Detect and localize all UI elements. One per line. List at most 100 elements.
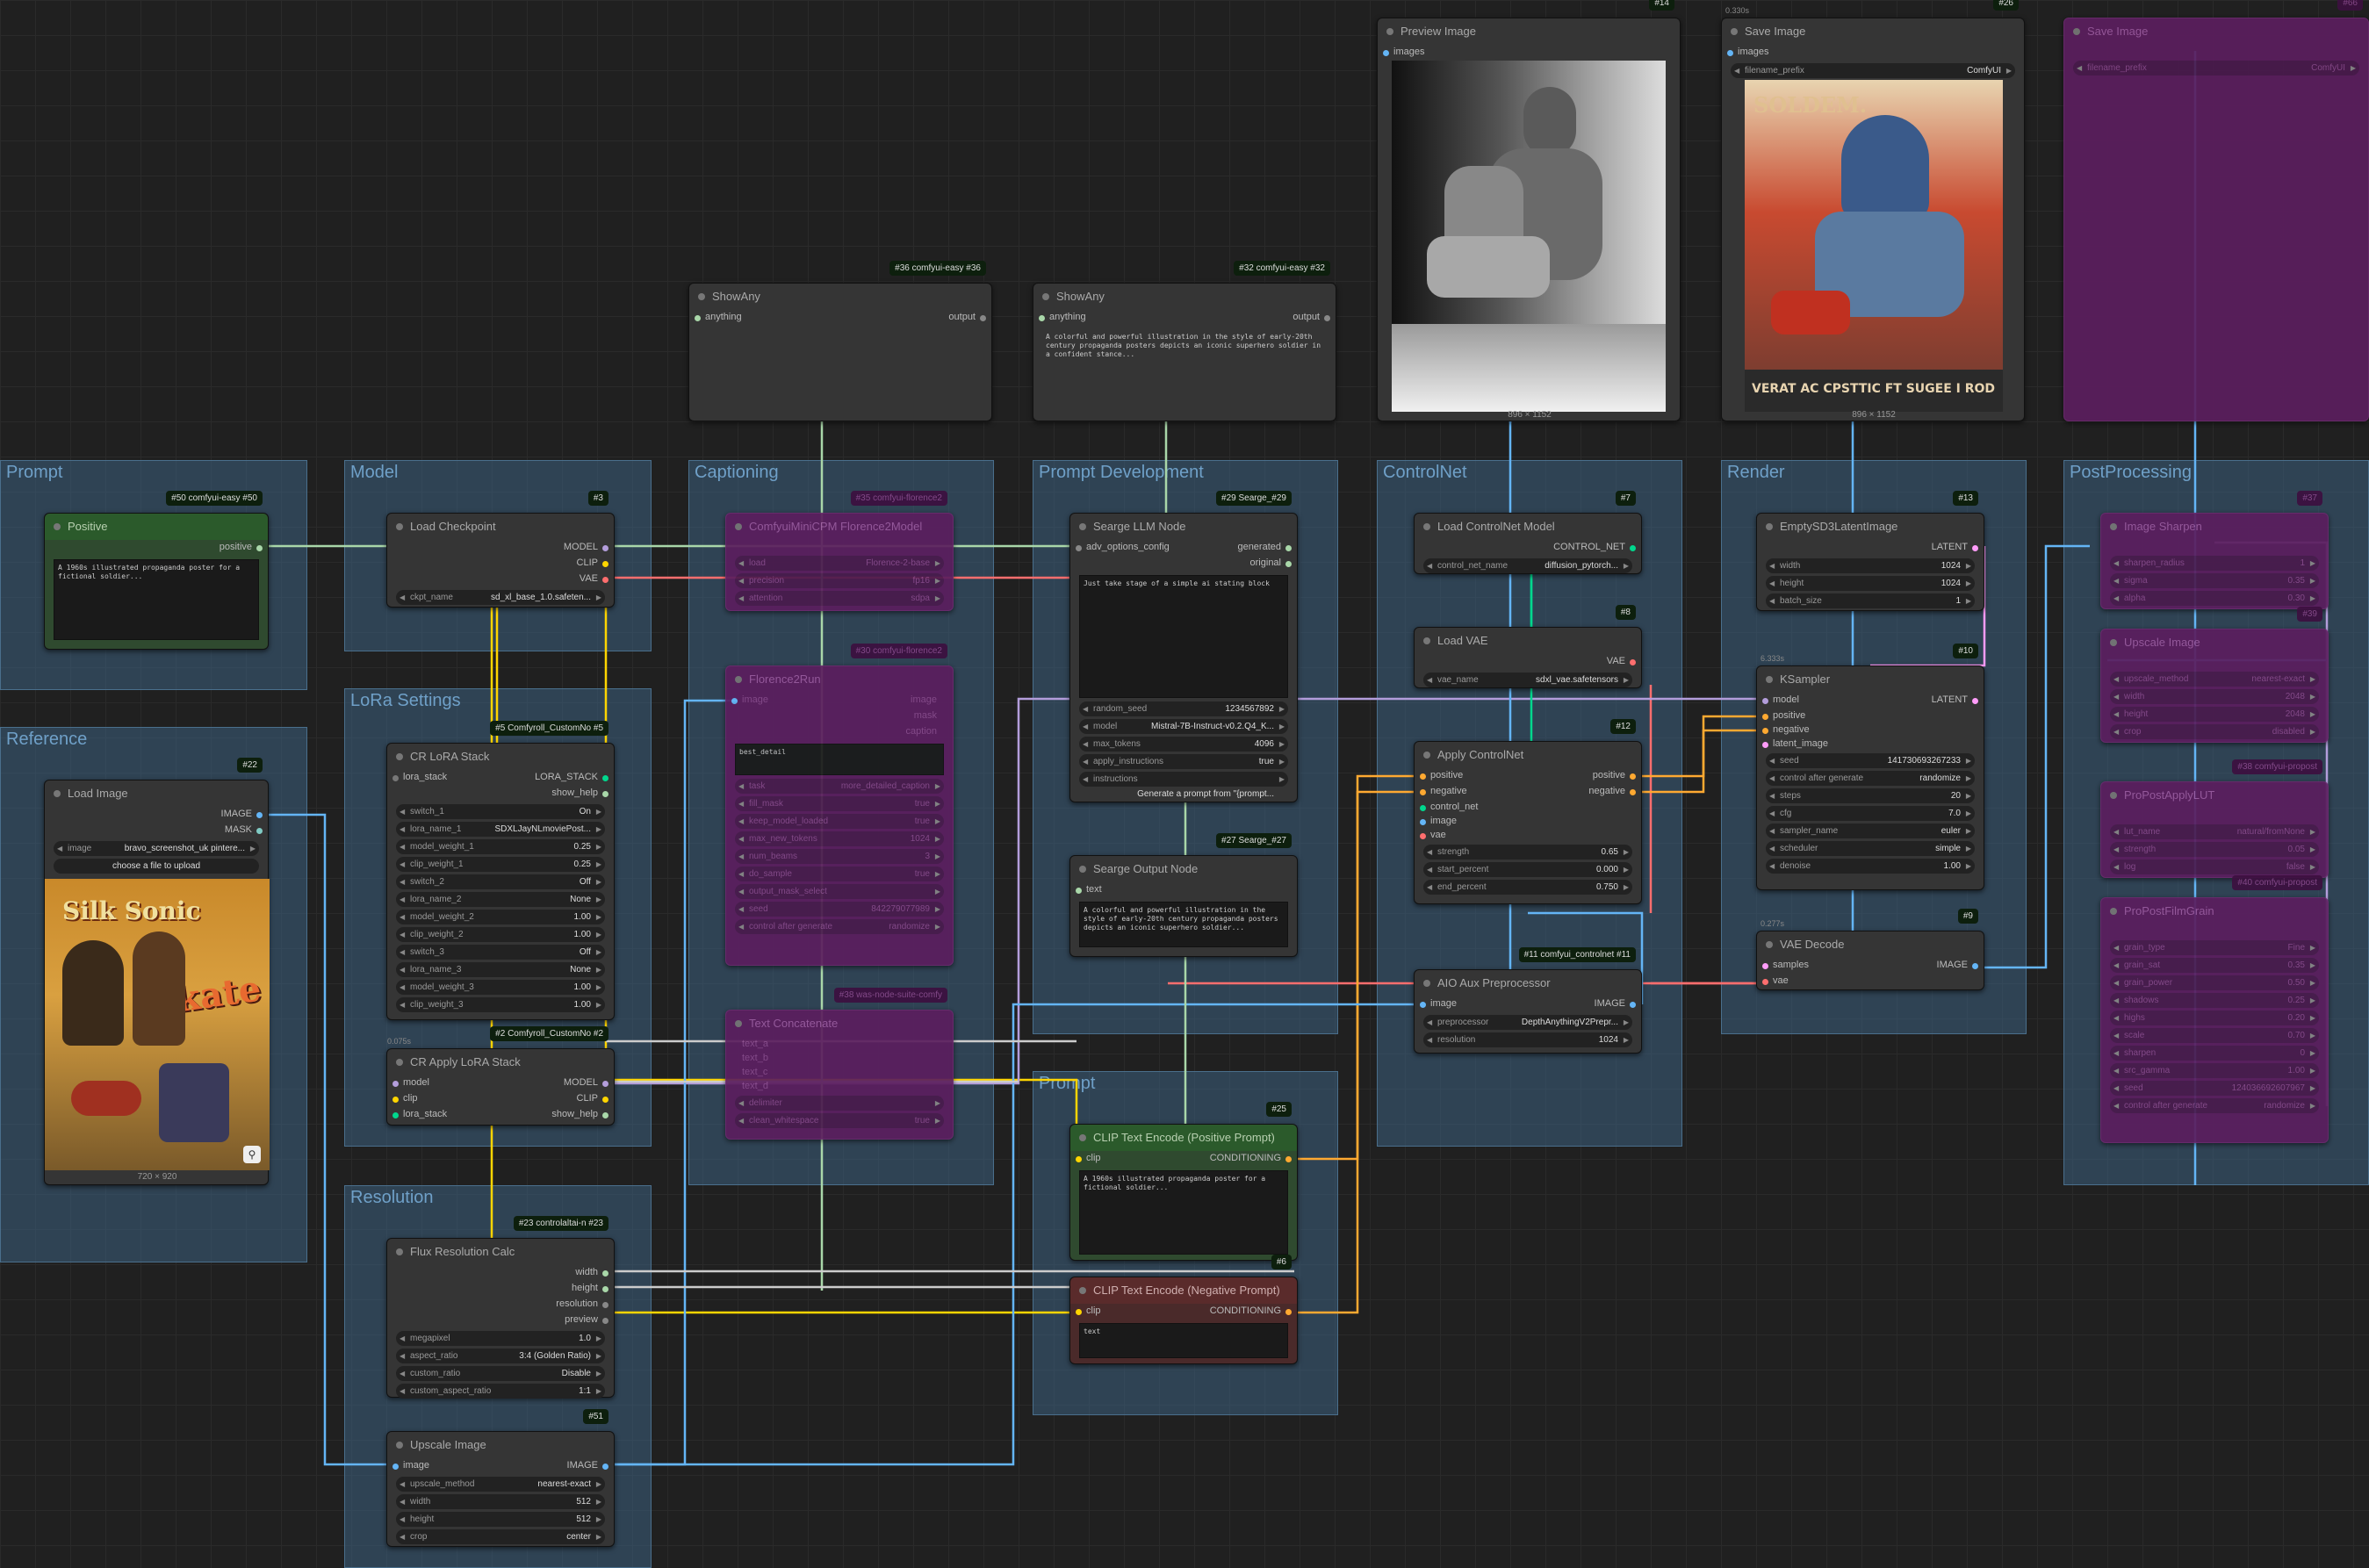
concat-widget-clean-whitespace[interactable]: clean_whitespace true — [735, 1113, 944, 1128]
node-title[interactable]: ShowAny — [1033, 284, 1336, 310]
flux-widget-custom-aspect-ratio[interactable]: custom_aspect_ratio 1:1 — [396, 1384, 605, 1399]
searge-widget-max-tokens[interactable]: max_tokens 4096 — [1079, 737, 1288, 752]
output-socket[interactable] — [602, 1286, 608, 1292]
ksampler-widget-denoise[interactable]: denoise 1.00 — [1766, 859, 1975, 874]
input-socket[interactable] — [1762, 963, 1768, 969]
output-socket[interactable] — [602, 1318, 608, 1324]
ksampler-widget-sampler-name[interactable]: sampler_name euler — [1766, 824, 1975, 838]
propost-lut-widget-log[interactable]: log false — [2110, 860, 2319, 874]
florence-run-widget-num-beams[interactable]: num_beams 3 — [735, 849, 944, 864]
input-socket[interactable] — [731, 698, 738, 704]
cr-apply-lora-stack-node[interactable]: #2 Comfyroll_CustomNo #2 0.075s CR Apply… — [386, 1026, 615, 1126]
propost-film-grain-node[interactable]: #40 comfyui-propost ProPostFilmGrain gra… — [2100, 875, 2329, 1143]
searge-widget-apply-instructions[interactable]: apply_instructions true — [1079, 754, 1288, 769]
node-title[interactable]: Save Image — [2064, 18, 2368, 45]
node-title[interactable]: Flux Resolution Calc — [387, 1239, 614, 1265]
lora-widget-clip-weight-1[interactable]: clip_weight_1 0.25 — [396, 857, 605, 872]
lora-widget-lora-name-1[interactable]: lora_name_1 SDXLJayNLmoviePost... — [396, 822, 605, 837]
ksampler-widget-control-after-generate[interactable]: control after generate randomize — [1766, 771, 1975, 786]
controlnet-widget-start-percent[interactable]: start_percent 0.000 — [1423, 862, 1632, 877]
upload-button[interactable]: choose a file to upload — [54, 859, 259, 874]
output-socket[interactable] — [1285, 1309, 1292, 1315]
search-icon[interactable]: ⚲ — [243, 1146, 261, 1163]
input-socket[interactable] — [1762, 698, 1768, 704]
upscale-image-node-2[interactable]: #39 Upscale Image upscale_method nearest-… — [2100, 607, 2329, 743]
vae-decode-node[interactable]: #9 0.277s VAE Decode samples IMAGE vae — [1756, 909, 1984, 990]
node-title[interactable]: Upscale Image — [387, 1432, 614, 1458]
concat-input-row[interactable]: text_c — [726, 1065, 953, 1079]
lora-widget-model-weight-3[interactable]: model_weight_3 1.00 — [396, 980, 605, 995]
searge-widget-model[interactable]: model Mistral-7B-Instruct-v0.2.Q4_K... — [1079, 719, 1288, 734]
input-socket[interactable] — [392, 1097, 399, 1103]
propost-grain-widget-seed[interactable]: seed 124036692607967 — [2110, 1081, 2319, 1096]
florence-run-widget-seed[interactable]: seed 842279077989 — [735, 902, 944, 917]
propost-lut-widget-strength[interactable]: strength 0.05 — [2110, 842, 2319, 857]
output-socket[interactable] — [602, 1112, 608, 1118]
node-title[interactable]: EmptySD3LatentImage — [1757, 514, 1984, 540]
florence-run-widget-control-after-generate[interactable]: control after generate randomize — [735, 919, 944, 934]
input-socket[interactable] — [1076, 888, 1082, 894]
input-socket[interactable] — [1076, 545, 1082, 551]
node-title[interactable]: Load VAE — [1415, 628, 1641, 654]
node-title[interactable]: Save Image — [1722, 18, 2024, 45]
output-socket[interactable] — [602, 1270, 608, 1277]
node-title[interactable]: ProPostApplyLUT — [2101, 782, 2328, 809]
input-socket[interactable] — [1727, 50, 1733, 56]
clip-positive-node[interactable]: #25 CLIP Text Encode (Positive Prompt) c… — [1069, 1102, 1298, 1261]
florence-model-node[interactable]: #35 comfyui-florence2 ComfyuiMiniCPM Flo… — [725, 491, 954, 611]
node-title[interactable]: Text Concatenate — [726, 1011, 953, 1037]
input-socket[interactable] — [392, 1081, 399, 1087]
clip-negative-textarea[interactable]: text — [1079, 1323, 1288, 1358]
input-socket[interactable] — [1076, 1309, 1082, 1315]
upscale-image-node[interactable]: #51 Upscale Image image IMAGE upscale_met… — [386, 1409, 615, 1547]
load-vae-node[interactable]: #8 Load VAE VAE vae_name sdxl_vae.safeten… — [1414, 605, 1642, 688]
output-socket[interactable] — [1630, 1002, 1636, 1008]
concat-input-row[interactable]: text_d — [726, 1079, 953, 1093]
sharpen-widget-alpha[interactable]: alpha 0.30 — [2110, 591, 2319, 606]
ksampler-widget-scheduler[interactable]: scheduler simple — [1766, 841, 1975, 856]
propost-lut-widget-lut-name[interactable]: lut_name natural/fromNone — [2110, 824, 2319, 839]
searge-widget-instructions[interactable]: instructions Generate a prompt from "{pro… — [1079, 772, 1288, 799]
node-title[interactable]: CLIP Text Encode (Negative Prompt) — [1070, 1277, 1297, 1304]
sharpen-widget-sigma[interactable]: sigma 0.35 — [2110, 573, 2319, 588]
load-checkpoint-node[interactable]: #3 Load Checkpoint MODEL CLIP VAE ckpt_n… — [386, 491, 615, 608]
propost-grain-widget-control-after-generate[interactable]: control after generate randomize — [2110, 1098, 2319, 1113]
save-image-node[interactable]: #26 0.330s Save Image images filename_pr… — [1721, 0, 2025, 421]
input-socket[interactable] — [1420, 819, 1426, 825]
clip-positive-textarea[interactable]: A 1960s illustrated propaganda poster fo… — [1079, 1170, 1288, 1255]
empty-latent-node[interactable]: #13 EmptySD3LatentImage LATENT width 1024… — [1756, 491, 1984, 611]
propost-grain-widget-shadows[interactable]: shadows 0.25 — [2110, 993, 2319, 1008]
florence-textarea[interactable]: best_detail — [735, 744, 944, 775]
aio-widget-preprocessor[interactable]: preprocessor DepthAnythingV2Prepr... — [1423, 1015, 1632, 1030]
image-sharpen-node[interactable]: #37 Image Sharpen sharpen_radius 1 sigma 0.… — [2100, 491, 2329, 609]
output-socket[interactable] — [980, 315, 986, 321]
input-socket[interactable] — [1039, 315, 1045, 321]
florence-run-widget-max-new-tokens[interactable]: max_new_tokens 1024 — [735, 831, 944, 846]
clip-negative-node[interactable]: #6 CLIP Text Encode (Negative Prompt) cl… — [1069, 1255, 1298, 1364]
ksampler-node[interactable]: #10 6.333s KSampler model LATENT positive… — [1756, 644, 1984, 890]
flux-widget-aspect-ratio[interactable]: aspect_ratio 3:4 (Golden Ratio) — [396, 1349, 605, 1363]
input-socket[interactable] — [1383, 50, 1389, 56]
node-title[interactable]: CR Apply LoRA Stack — [387, 1049, 614, 1075]
upscale-widget-width[interactable]: width 512 — [396, 1494, 605, 1509]
input-socket[interactable] — [1420, 833, 1426, 839]
output-socket[interactable] — [602, 791, 608, 797]
text-concatenate-node[interactable]: #38 was-node-suite-comfy Text Concatenat… — [725, 988, 954, 1140]
clip-socket[interactable] — [602, 561, 608, 567]
positive-node[interactable]: #50 comfyui-easy #50 Positive positive A… — [44, 491, 269, 650]
input-socket[interactable] — [1420, 773, 1426, 780]
input-socket[interactable] — [1762, 728, 1768, 734]
ksampler-widget-seed[interactable]: seed 141730693267233 — [1766, 753, 1975, 768]
upscale-widget-upscale-method[interactable]: upscale_method nearest-exact — [396, 1477, 605, 1492]
lora-widget-lora-name-3[interactable]: lora_name_3 None — [396, 962, 605, 977]
upscale-widget-height[interactable]: height 512 — [396, 1512, 605, 1527]
filename-prefix-widget[interactable]: filename_prefix ComfyUI — [2073, 61, 2359, 76]
florence-run-widget-fill-mask[interactable]: fill_mask true — [735, 796, 944, 811]
output-socket[interactable] — [1630, 545, 1636, 551]
upscale2-widget-width[interactable]: width 2048 — [2110, 689, 2319, 704]
lora-widget-switch-2[interactable]: switch_2 Off — [396, 874, 605, 889]
model-socket[interactable] — [602, 545, 608, 551]
propost-grain-widget-grain-sat[interactable]: grain_sat 0.35 — [2110, 958, 2319, 973]
lora-widget-model-weight-1[interactable]: model_weight_1 0.25 — [396, 839, 605, 854]
output-socket[interactable] — [1972, 963, 1978, 969]
